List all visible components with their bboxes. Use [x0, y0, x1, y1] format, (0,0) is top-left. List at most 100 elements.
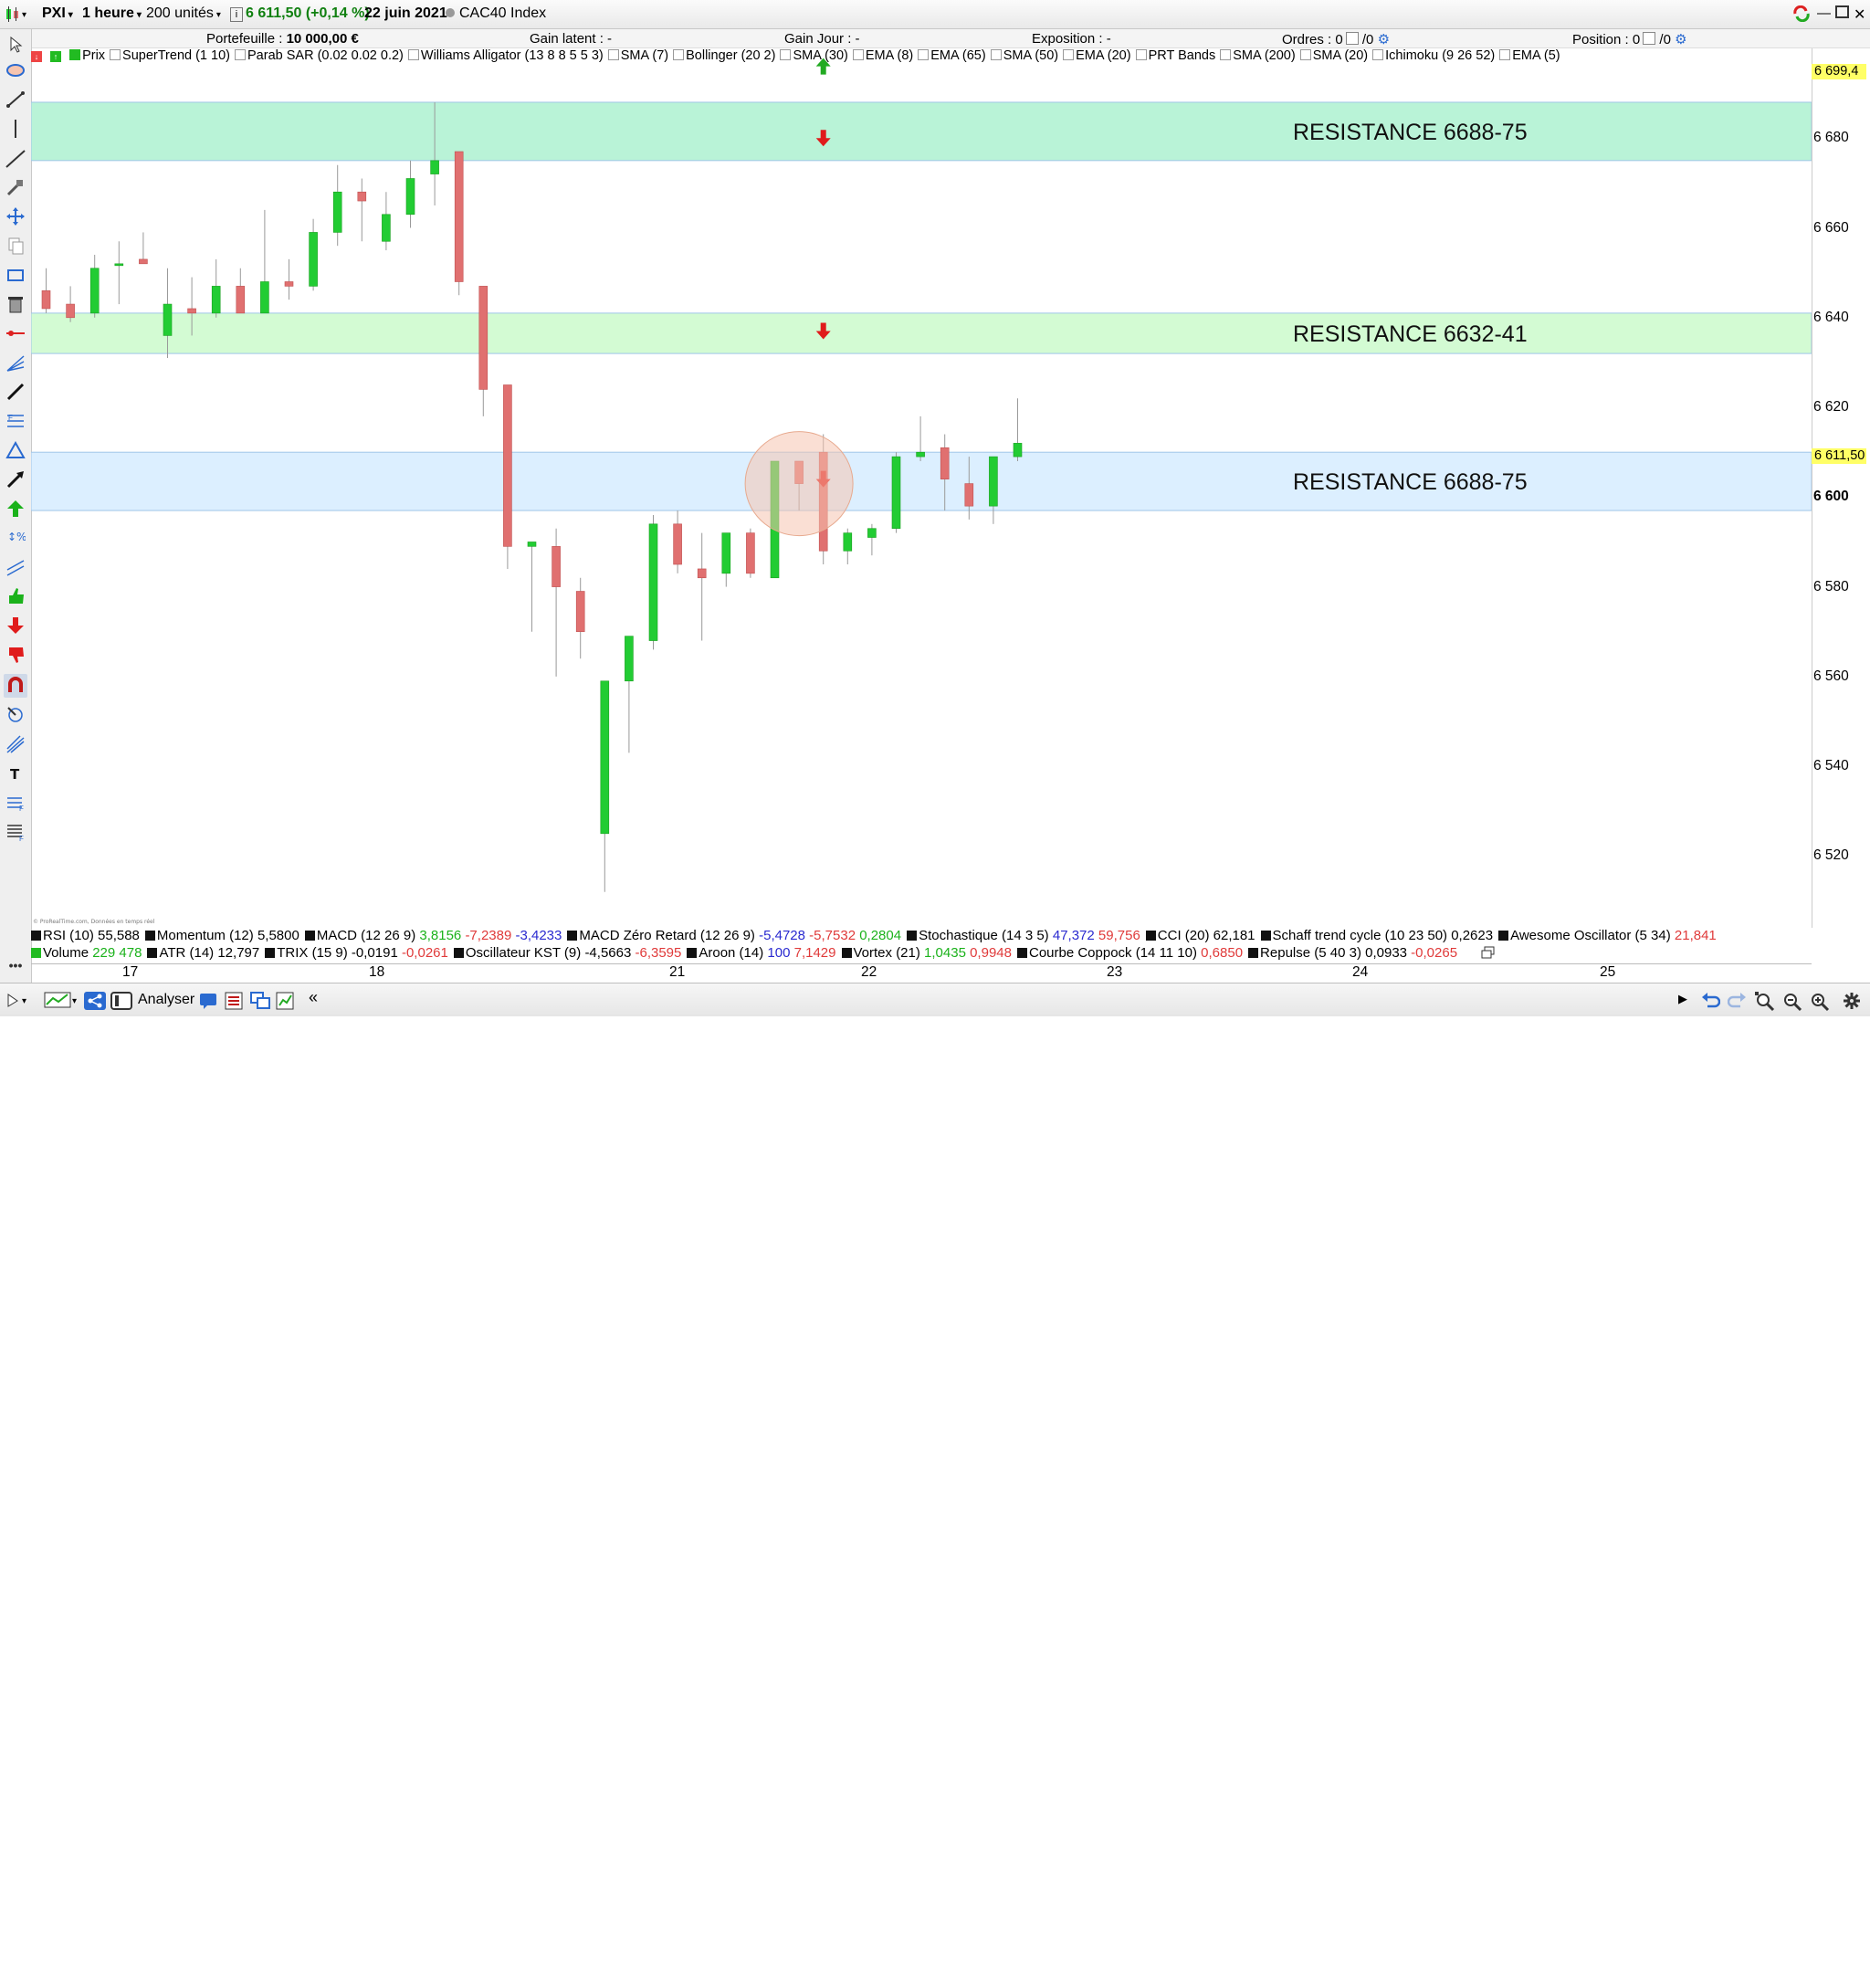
indicator-checkbox[interactable] — [1372, 49, 1384, 60]
thumbs-up-icon[interactable] — [4, 584, 27, 608]
ellipse-tool-icon[interactable] — [4, 58, 27, 82]
cursor-cross-icon[interactable] — [4, 703, 27, 727]
indicator-checkbox[interactable] — [110, 49, 121, 60]
overlay-indicator-toggle[interactable]: Ichimoku (9 26 52) — [1372, 48, 1495, 63]
sub-indicator[interactable]: Vortex (21) 1,0435 0,9948 — [841, 945, 1012, 961]
candle[interactable] — [989, 456, 998, 524]
windows-icon[interactable] — [250, 992, 270, 1015]
chart-style-icon[interactable]: ▾ — [44, 992, 80, 1013]
indicator-checkbox[interactable] — [1135, 49, 1147, 60]
candle[interactable] — [478, 286, 489, 416]
sub-indicator[interactable]: MACD Zéro Retard (12 26 9) -5,4728 -5,75… — [567, 928, 901, 943]
candle[interactable] — [405, 160, 415, 228]
candle[interactable] — [697, 532, 707, 641]
overlay-indicator-toggle[interactable]: Williams Alligator (13 8 8 5 5 3) — [407, 48, 604, 63]
undo-icon[interactable] — [1700, 992, 1721, 1013]
candle[interactable] — [382, 192, 391, 251]
highlight-circle[interactable] — [744, 431, 854, 537]
horizontal-fib-icon[interactable]: F — [4, 791, 27, 815]
candle[interactable] — [843, 528, 853, 565]
candle[interactable] — [625, 636, 634, 753]
window-restore-icon[interactable] — [1481, 946, 1496, 963]
refresh-icon[interactable] — [1791, 5, 1812, 26]
candle[interactable] — [284, 258, 294, 300]
candle[interactable] — [648, 514, 658, 650]
candle[interactable] — [454, 151, 464, 296]
indicator-checkbox[interactable] — [1299, 49, 1311, 60]
overlay-indicator-toggle[interactable]: Prix — [69, 48, 105, 63]
sub-indicator[interactable]: Schaff trend cycle (10 23 50) 0,2623 — [1260, 928, 1493, 943]
copy-icon[interactable] — [4, 234, 27, 258]
move-icon[interactable] — [4, 205, 27, 228]
candle[interactable] — [673, 510, 682, 573]
candle[interactable] — [236, 268, 246, 314]
resistance-zone[interactable] — [31, 312, 1812, 354]
zoom-area-icon[interactable] — [1755, 992, 1775, 1016]
pitchfork-icon[interactable] — [4, 732, 27, 756]
candle[interactable] — [1013, 398, 1023, 462]
indicator-checkbox[interactable] — [990, 49, 1002, 60]
sub-indicator[interactable]: TRIX (15 9) -0,0191 -0,0261 — [265, 945, 448, 961]
indicator-checkbox[interactable] — [1220, 49, 1232, 60]
scroll-right-icon[interactable]: ▶ — [1678, 992, 1687, 1006]
time-scrollbar[interactable] — [345, 1975, 1695, 1988]
candle[interactable] — [139, 232, 148, 265]
symbol-selector[interactable]: PXI ▾ — [42, 5, 73, 22]
maximize-button[interactable] — [1835, 5, 1849, 23]
candle[interactable] — [309, 218, 318, 291]
sub-indicator[interactable]: Repulse (5 40 3) 0,0933 -0,0265 — [1248, 945, 1457, 961]
minimize-button[interactable]: — — [1817, 5, 1831, 21]
overlay-indicator-toggle[interactable]: SMA (50) — [990, 48, 1058, 63]
overlay-indicator-toggle[interactable]: EMA (20) — [1063, 48, 1131, 63]
vertical-line-icon[interactable] — [4, 117, 27, 141]
indicator-checkbox[interactable] — [780, 49, 792, 60]
overlay-indicator-toggle[interactable]: SuperTrend (1 10) — [110, 48, 230, 63]
sub-indicator[interactable]: RSI (10) 55,588 — [31, 928, 140, 943]
sub-indicator[interactable]: ATR (14) 12,797 — [147, 945, 259, 961]
indicator-checkbox[interactable] — [918, 49, 930, 60]
tools-icon[interactable] — [4, 175, 27, 199]
magnet-icon[interactable] — [4, 674, 27, 698]
candle[interactable] — [332, 164, 342, 247]
overlay-indicator-toggle[interactable]: SMA (7) — [607, 48, 668, 63]
overlay-indicator-toggle[interactable]: EMA (8) — [852, 48, 913, 63]
overlay-indicator-toggle[interactable]: SMA (200) — [1220, 48, 1296, 63]
sub-indicator[interactable]: CCI (20) 62,181 — [1145, 928, 1255, 943]
percent-tool-icon[interactable]: ↕% — [4, 526, 27, 550]
resistance-zone[interactable] — [31, 451, 1812, 511]
overlay-indicator-toggle[interactable]: PRT Bands — [1135, 48, 1215, 63]
sub-indicator[interactable]: Stochastique (14 3 5) 47,372 59,756 — [907, 928, 1140, 943]
list-tool-icon[interactable]: F — [4, 820, 27, 844]
time-axis[interactable] — [31, 963, 1812, 983]
price-chart[interactable]: RESISTANCE 6688-75 RESISTANCE 6632-41 RESI… — [31, 48, 1812, 928]
candle[interactable] — [503, 384, 512, 569]
triangle-tool-icon[interactable] — [4, 438, 27, 462]
overlay-indicator-toggle[interactable]: SMA (20) — [1299, 48, 1368, 63]
trash-icon[interactable] — [4, 292, 27, 316]
thumbs-down-icon[interactable] — [4, 643, 27, 667]
position-settings-icon[interactable]: ⚙ — [1675, 32, 1686, 47]
overlay-indicator-toggle[interactable]: SMA (30) — [780, 48, 848, 63]
arrow-tool-icon[interactable] — [4, 468, 27, 491]
candle[interactable] — [916, 415, 925, 462]
indicator-checkbox[interactable] — [235, 49, 246, 60]
overlay-indicator-toggle[interactable]: EMA (65) — [918, 48, 986, 63]
overlay-indicator-toggle[interactable]: Parab SAR (0.02 0.02 0.2) — [235, 48, 404, 63]
candle[interactable] — [575, 577, 585, 659]
candle[interactable] — [66, 286, 75, 322]
timeframe-selector[interactable]: 1 heure ▾ — [82, 5, 142, 22]
candle[interactable] — [260, 209, 269, 314]
ordres-settings-icon[interactable]: ⚙ — [1378, 32, 1390, 47]
screener-icon[interactable] — [276, 992, 296, 1015]
segment-tool-icon[interactable] — [4, 88, 27, 111]
chat-icon[interactable] — [199, 992, 219, 1015]
analyser-button[interactable]: Analyser — [138, 992, 194, 1008]
indicator-checkbox[interactable] — [673, 49, 685, 60]
sell-arrow-icon[interactable] — [4, 614, 27, 637]
fibonacci-retracement-icon[interactable]: F — [4, 409, 27, 433]
overlay-indicator-toggle[interactable]: EMA (5) — [1499, 48, 1560, 63]
candle[interactable] — [600, 680, 610, 892]
candle[interactable] — [746, 528, 755, 578]
indicator-toggle-up-icon[interactable]: ↑ — [50, 48, 62, 63]
indicator-checkbox[interactable] — [1063, 49, 1075, 60]
